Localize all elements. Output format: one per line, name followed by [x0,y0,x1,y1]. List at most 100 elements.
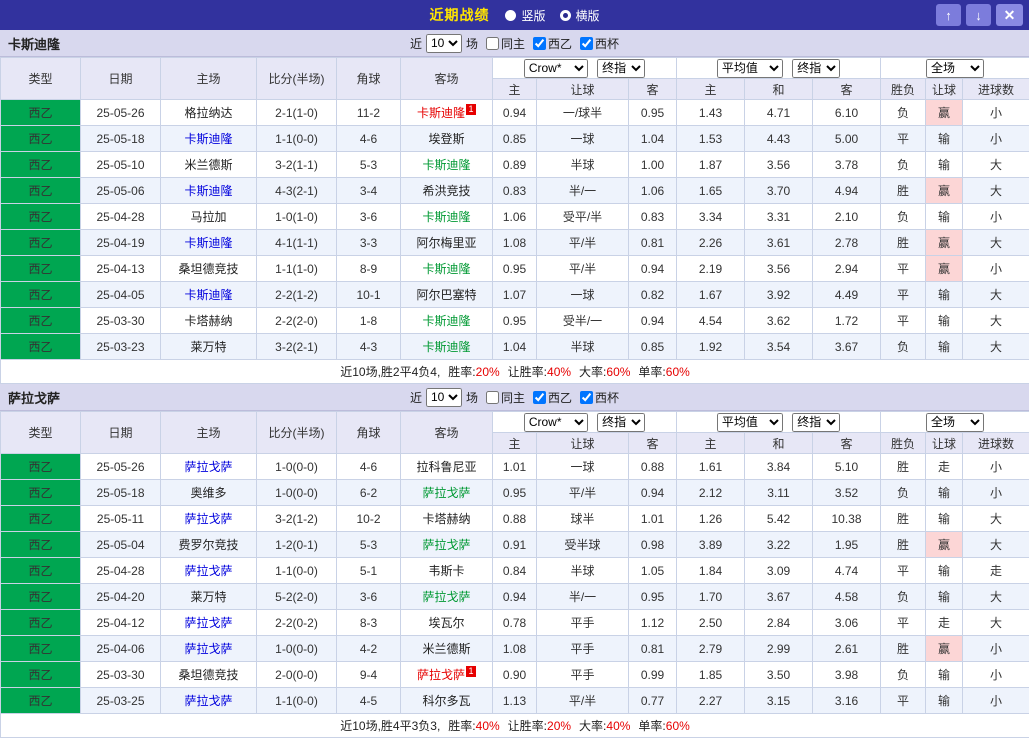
away-team-cell: 萨拉戈萨 [401,480,493,506]
close-button[interactable]: ✕ [996,4,1023,26]
home-team-cell: 马拉加 [161,204,257,230]
asia-company-select[interactable]: Crow* [524,59,588,78]
cup-checkbox-input[interactable] [580,37,593,50]
summary-stats: 胜率:20%让胜率:40%大率:60%单率:60% [440,365,690,379]
cup-checkbox[interactable]: 西杯 [580,35,619,52]
handicap-result-cell: 走 [926,610,963,636]
asia-company-select[interactable]: Crow* [524,413,588,432]
asia-final-odds-select[interactable]: 终指 [597,59,645,78]
score-cell: 1-0(0-0) [257,636,337,662]
euro-company-select[interactable]: 平均值 [717,59,783,78]
match-row: 西乙25-05-26萨拉戈萨1-0(0-0)4-6拉科鲁尼亚1.01一球0.88… [1,454,1029,480]
corners-cell: 10-1 [337,282,401,308]
match-count-select[interactable]: 10 [426,388,462,407]
corners-cell: 9-4 [337,662,401,688]
date-cell: 25-05-18 [81,480,161,506]
titlebar: 近期战绩 竖版 横版 ↑ ↓ ✕ [0,0,1029,30]
euro-away-odds-cell: 2.10 [813,204,881,230]
date-cell: 25-05-26 [81,454,161,480]
euro-away-odds-cell: 5.00 [813,126,881,152]
asia-home-odds-cell: 1.08 [493,230,537,256]
home-team-cell: 卡斯迪隆 [161,230,257,256]
col-euro-home: 主 [677,433,745,454]
corners-cell: 8-9 [337,256,401,282]
radio-horizontal-layout[interactable]: 横版 [560,7,600,24]
handicap-cell: 一球 [537,454,629,480]
same-home-checkbox[interactable]: 同主 [486,35,525,52]
team-label: 桑坦德竞技 [178,668,238,682]
cup-checkbox-input[interactable] [580,391,593,404]
goals-result-cell: 小 [963,480,1029,506]
matches-table: 类型 日期 主场 比分(半场) 角球 客场 Crow* 终指 平均值 终指 全场 [0,57,1029,384]
league-cell: 西乙 [1,688,81,714]
euro-away-odds-cell: 5.10 [813,454,881,480]
match-count-select[interactable]: 10 [426,34,462,53]
euro-away-odds-cell: 4.74 [813,558,881,584]
date-cell: 25-04-28 [81,204,161,230]
col-goals-result: 进球数 [963,79,1029,100]
move-down-button[interactable]: ↓ [966,4,991,26]
corners-cell: 8-3 [337,610,401,636]
result-cell: 胜 [881,230,926,256]
home-team-cell: 桑坦德竞技 [161,256,257,282]
same-home-checkbox-input[interactable] [486,37,499,50]
result-cell: 平 [881,688,926,714]
league-checkbox-input[interactable] [533,391,546,404]
games-label: 场 [466,389,478,406]
radio-circle-icon[interactable] [505,10,516,21]
league-cell: 西乙 [1,230,81,256]
handicap-cell: 球半 [537,506,629,532]
goals-result-cell: 小 [963,636,1029,662]
euro-away-odds-cell: 3.98 [813,662,881,688]
goals-result-cell: 大 [963,178,1029,204]
euro-home-odds-cell: 1.61 [677,454,745,480]
result-cell: 平 [881,282,926,308]
score-cell: 2-2(0-2) [257,610,337,636]
home-team-cell: 莱万特 [161,334,257,360]
away-team-cell: 卡塔赫纳 [401,506,493,532]
result-cell: 胜 [881,532,926,558]
league-cell: 西乙 [1,126,81,152]
euro-draw-odds-cell: 3.67 [745,584,813,610]
euro-home-odds-cell: 1.43 [677,100,745,126]
league-checkbox[interactable]: 西乙 [533,389,572,406]
date-cell: 25-05-26 [81,100,161,126]
league-checkbox[interactable]: 西乙 [533,35,572,52]
radio-vertical-layout[interactable]: 竖版 [505,7,545,24]
asia-final-odds-select[interactable]: 终指 [597,413,645,432]
move-up-button[interactable]: ↑ [936,4,961,26]
match-row: 西乙25-04-13桑坦德竞技1-1(1-0)8-9卡斯迪隆0.95平/半0.9… [1,256,1029,282]
scope-select[interactable]: 全场 [926,413,984,432]
date-cell: 25-03-30 [81,308,161,334]
home-team-cell: 卡塔赫纳 [161,308,257,334]
cup-checkbox[interactable]: 西杯 [580,389,619,406]
euro-final-odds-select[interactable]: 终指 [792,413,840,432]
same-home-checkbox-input[interactable] [486,391,499,404]
scope-select[interactable]: 全场 [926,59,984,78]
asia-home-odds-cell: 0.95 [493,480,537,506]
radio-circle-icon[interactable] [560,10,571,21]
euro-final-odds-select[interactable]: 终指 [792,59,840,78]
euro-away-odds-cell: 6.10 [813,100,881,126]
team-label: 萨拉戈萨 [184,564,232,578]
score-cell: 3-2(2-1) [257,334,337,360]
handicap-cell: 半球 [537,558,629,584]
same-home-checkbox[interactable]: 同主 [486,389,525,406]
euro-home-odds-cell: 2.12 [677,480,745,506]
euro-company-select[interactable]: 平均值 [717,413,783,432]
same-home-label: 同主 [501,35,525,52]
team-label: 萨拉戈萨 [184,616,232,630]
score-cell: 2-2(2-0) [257,308,337,334]
handicap-result-cell: 走 [926,454,963,480]
league-checkbox-input[interactable] [533,37,546,50]
away-team-cell: 卡斯迪隆 [401,334,493,360]
league-cell: 西乙 [1,480,81,506]
euro-draw-odds-cell: 3.11 [745,480,813,506]
euro-home-odds-cell: 1.67 [677,282,745,308]
col-home: 主场 [161,58,257,100]
handicap-result-cell: 赢 [926,100,963,126]
result-cell: 负 [881,100,926,126]
euro-home-odds-cell: 2.26 [677,230,745,256]
asia-away-odds-cell: 0.85 [629,334,677,360]
asia-away-odds-cell: 0.94 [629,256,677,282]
